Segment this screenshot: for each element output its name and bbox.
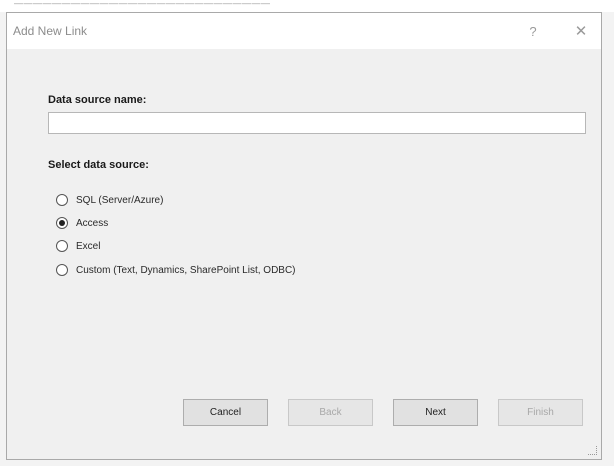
select-data-source-label: Select data source: [48, 159, 149, 171]
close-icon: ✕ [574, 23, 588, 40]
data-source-name-input[interactable] [48, 112, 586, 134]
finish-button[interactable]: Finish [498, 399, 583, 426]
help-button[interactable]: ? [519, 19, 547, 43]
radio-label-excel: Excel [76, 240, 101, 252]
radio-button[interactable] [56, 240, 68, 252]
radio-button[interactable] [56, 194, 68, 206]
radio-option-sql[interactable]: SQL (Server/Azure) [56, 192, 163, 208]
dialog-titlebar[interactable]: Add New Link ? ✕ [7, 13, 601, 49]
background-window-text: ——————————————————————————— [14, 0, 271, 8]
cancel-button[interactable]: Cancel [183, 399, 268, 426]
radio-option-access[interactable]: Access [56, 215, 108, 231]
close-button[interactable]: ✕ [567, 19, 595, 43]
next-button[interactable]: Next [393, 399, 478, 426]
resize-grip[interactable] [588, 446, 597, 455]
dialog-title: Add New Link [13, 24, 88, 38]
radio-label-sql: SQL (Server/Azure) [76, 194, 164, 206]
data-source-name-label: Data source name: [48, 94, 147, 106]
radio-option-excel[interactable]: Excel [56, 238, 100, 254]
background-window-strip: ——————————————————————————— [0, 0, 614, 12]
radio-button-selected[interactable] [56, 217, 68, 229]
radio-label-custom: Custom (Text, Dynamics, SharePoint List,… [76, 264, 296, 276]
help-icon: ? [529, 23, 537, 39]
add-new-link-dialog: Add New Link ? ✕ Data source name: Selec… [6, 12, 602, 460]
back-button[interactable]: Back [288, 399, 373, 426]
radio-option-custom[interactable]: Custom (Text, Dynamics, SharePoint List,… [56, 262, 296, 278]
radio-button[interactable] [56, 264, 68, 276]
radio-label-access: Access [76, 217, 109, 229]
